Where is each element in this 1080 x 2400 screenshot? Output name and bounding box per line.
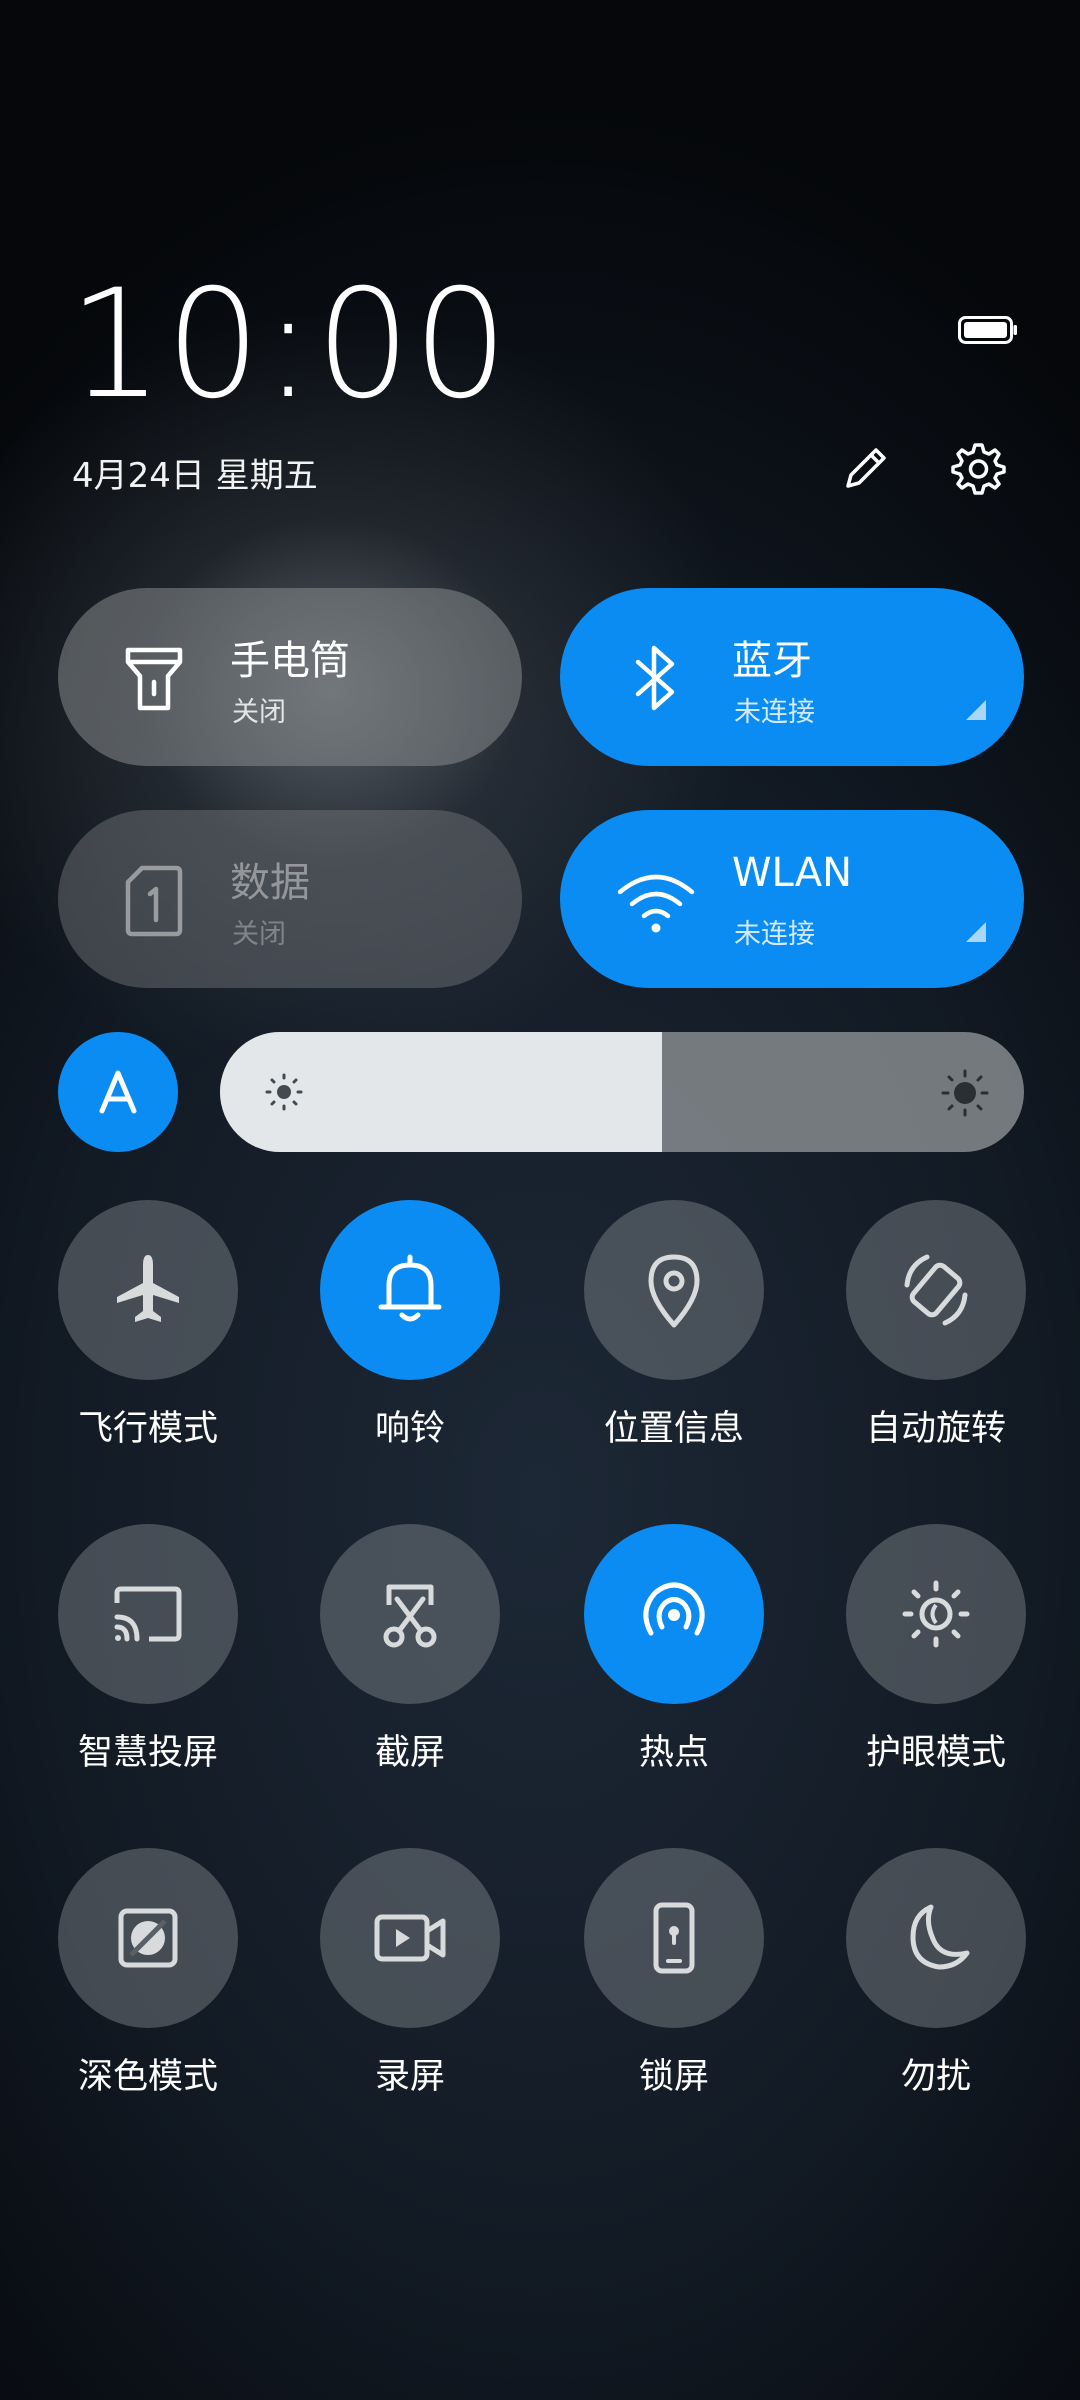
toggle-eye-comfort[interactable]: 护眼模式 (846, 1524, 1026, 1784)
toggle-circle[interactable] (584, 1200, 764, 1380)
toggle-circle[interactable] (320, 1200, 500, 1380)
wlan-tile[interactable]: WLAN 未连接 (560, 810, 1024, 988)
toggle-lock-screen[interactable]: 锁屏 (584, 1848, 764, 2108)
scissors-icon (383, 1584, 437, 1648)
flashlight-title: 手电筒 (230, 638, 350, 684)
brightness-slider[interactable] (220, 1032, 1024, 1152)
toggle-circle[interactable] (58, 1524, 238, 1704)
dark-mode-icon (118, 1908, 178, 1968)
toggle-label: 位置信息 (603, 1409, 744, 1449)
toggle-circle[interactable] (584, 1524, 764, 1704)
toggle-label: 响铃 (374, 1409, 445, 1449)
battery-icon (958, 316, 1017, 344)
toggle-airplane-mode[interactable]: 飞行模式 (58, 1200, 238, 1460)
bluetooth-tile[interactable]: 蓝牙 未连接 (560, 588, 1024, 766)
toggle-ring[interactable]: 响铃 (320, 1200, 500, 1460)
sim-card-icon (125, 865, 183, 937)
toggle-label: 深色模式 (77, 2057, 218, 2097)
location-icon (648, 1254, 700, 1328)
bluetooth-icon (635, 645, 675, 711)
settings-icon[interactable] (948, 440, 1006, 498)
wlan-title: WLAN (732, 850, 853, 896)
expand-corner-icon[interactable] (964, 698, 988, 722)
toggle-label: 锁屏 (638, 2057, 709, 2097)
toggle-smart-cast[interactable]: 智慧投屏 (58, 1524, 238, 1784)
brightness-low-icon (265, 1073, 303, 1111)
toggle-label: 智慧投屏 (77, 1733, 218, 1773)
edit-icon[interactable] (838, 440, 894, 496)
brightness-high-icon (941, 1069, 989, 1117)
toggle-circle[interactable] (846, 1524, 1026, 1704)
toggle-circle[interactable] (846, 1848, 1026, 2028)
hotspot-icon (643, 1582, 705, 1636)
wifi-icon (617, 874, 695, 933)
toggle-circle[interactable] (584, 1848, 764, 2028)
toggle-label: 截屏 (374, 1733, 445, 1773)
bell-icon (378, 1254, 442, 1322)
data-title: 数据 (230, 860, 310, 906)
toggle-screen-record[interactable]: 录屏 (320, 1848, 500, 2108)
flashlight-icon (125, 647, 183, 711)
auto-brightness-button[interactable] (58, 1032, 178, 1152)
toggle-label: 护眼模式 (865, 1733, 1006, 1773)
date-text: 4月24日 星期五 (72, 456, 318, 496)
clock-time: 10:00 (68, 258, 511, 432)
data-tile[interactable]: 数据 关闭 (58, 810, 522, 988)
cast-icon (114, 1586, 182, 1642)
bluetooth-title: 蓝牙 (732, 638, 812, 684)
toggle-circle[interactable] (846, 1200, 1026, 1380)
eye-comfort-icon (902, 1580, 970, 1648)
moon-icon (910, 1904, 970, 1970)
toggle-circle[interactable] (58, 1848, 238, 2028)
flashlight-tile[interactable]: 手电筒 关闭 (58, 588, 522, 766)
toggle-label: 自动旋转 (865, 1409, 1006, 1449)
toggle-circle[interactable] (320, 1848, 500, 2028)
screen-record-icon (374, 1914, 446, 1962)
toggle-auto-rotate[interactable]: 自动旋转 (846, 1200, 1026, 1460)
toggle-label: 热点 (638, 1733, 709, 1773)
rotate-icon (904, 1254, 968, 1326)
bluetooth-status: 未连接 (734, 697, 815, 728)
lock-screen-icon (653, 1902, 695, 1974)
airplane-icon (117, 1255, 179, 1322)
toggle-circle[interactable] (320, 1524, 500, 1704)
expand-corner-icon[interactable] (964, 920, 988, 944)
flashlight-status: 关闭 (232, 697, 286, 728)
toggle-circle[interactable] (58, 1200, 238, 1380)
toggle-hotspot[interactable]: 热点 (584, 1524, 764, 1784)
auto-brightness-icon (99, 1070, 137, 1114)
toggle-do-not-disturb[interactable]: 勿扰 (846, 1848, 1026, 2108)
wlan-status: 未连接 (734, 919, 815, 950)
toggle-label: 勿扰 (900, 2057, 971, 2097)
toggle-screenshot[interactable]: 截屏 (320, 1524, 500, 1784)
toggle-label: 录屏 (374, 2057, 445, 2097)
data-status: 关闭 (232, 919, 286, 950)
toggle-label: 飞行模式 (77, 1409, 218, 1449)
toggle-location[interactable]: 位置信息 (584, 1200, 764, 1460)
toggle-dark-mode[interactable]: 深色模式 (58, 1848, 238, 2108)
